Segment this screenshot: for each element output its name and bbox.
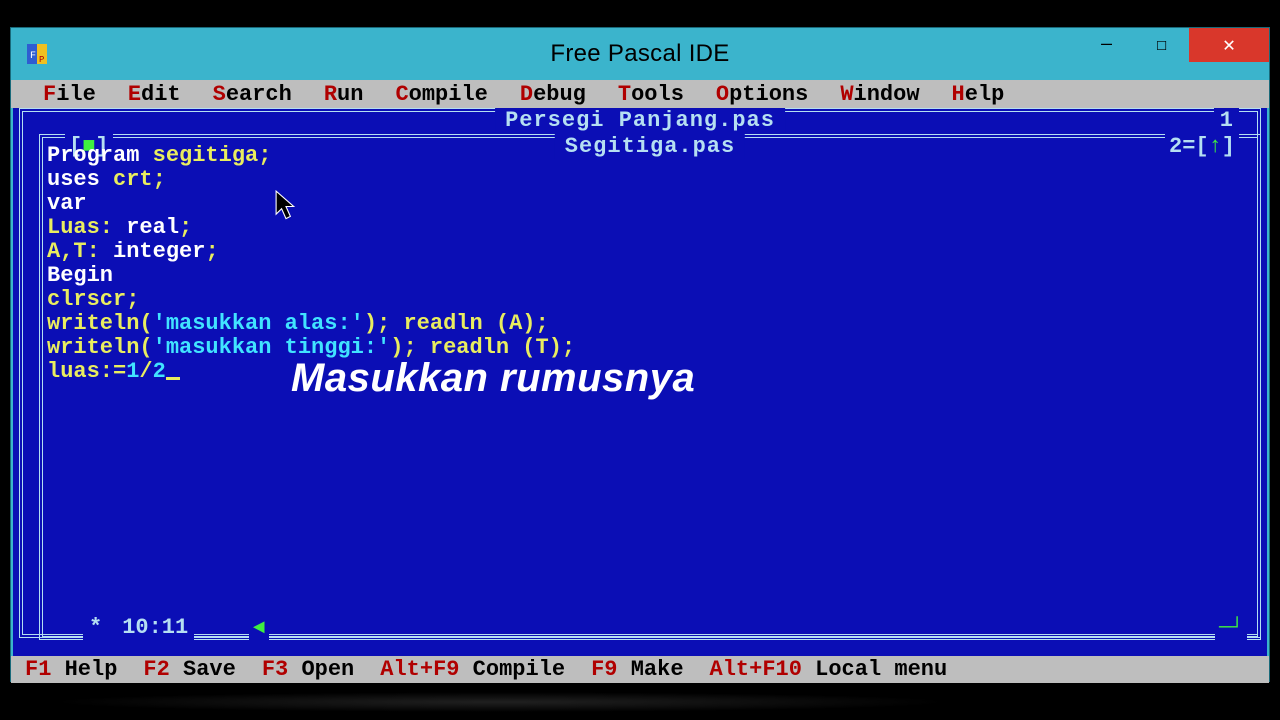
menu-run[interactable]: Run <box>308 82 380 107</box>
titlebar[interactable]: FP Free Pascal IDE — ☐ ✕ <box>11 28 1269 80</box>
editor-area: Persegi Panjang.pas 1 [■] Segitiga.pas 2… <box>13 108 1267 656</box>
status-save[interactable]: F2 Save <box>143 657 235 682</box>
desktop-shadow <box>50 692 950 712</box>
minimize-button[interactable]: — <box>1079 28 1134 62</box>
overlay-caption: Masukkan rumusnya <box>291 356 695 401</box>
status-local-menu[interactable]: Alt+F10 Local menu <box>710 657 948 682</box>
back-window-number: 1 <box>1214 108 1239 133</box>
window-buttons: — ☐ ✕ <box>1079 28 1269 62</box>
status-open[interactable]: F3 Open <box>262 657 354 682</box>
editor-status: * 10:11 <box>83 615 194 640</box>
status-compile[interactable]: Alt+F9 Compile <box>380 657 565 682</box>
menu-file[interactable]: File <box>27 82 112 107</box>
menu-edit[interactable]: Edit <box>112 82 197 107</box>
cursor-position: 10:11 <box>122 615 188 640</box>
maximize-button[interactable]: ☐ <box>1134 28 1189 62</box>
text-cursor <box>166 377 180 380</box>
svg-text:F: F <box>30 51 36 62</box>
app-icon: FP <box>25 42 49 66</box>
status-make[interactable]: F9 Make <box>591 657 683 682</box>
editor-front-window[interactable]: [■] Segitiga.pas 2=[↑] Program segitiga;… <box>39 134 1261 640</box>
menu-compile[interactable]: Compile <box>379 82 503 107</box>
menu-tools[interactable]: Tools <box>602 82 700 107</box>
modified-indicator: * <box>89 615 102 640</box>
menu-search[interactable]: Search <box>197 82 308 107</box>
statusbar: F1 Help F2 Save F3 Open Alt+F9 Compile F… <box>11 656 1269 683</box>
window-title: Free Pascal IDE <box>550 40 729 68</box>
app-window: FP Free Pascal IDE — ☐ ✕ File Edit Searc… <box>10 27 1270 682</box>
close-button[interactable]: ✕ <box>1189 28 1269 62</box>
menu-window[interactable]: Window <box>824 82 935 107</box>
svg-text:P: P <box>39 55 44 65</box>
code-text[interactable]: Program segitiga; uses crt; var Luas: re… <box>47 144 1247 384</box>
menubar: File Edit Search Run Compile Debug Tools… <box>11 80 1269 108</box>
menu-help[interactable]: Help <box>936 82 1021 107</box>
hscroll-left-icon[interactable]: ◄ <box>249 617 269 640</box>
back-window-title: Persegi Panjang.pas <box>495 108 785 133</box>
menu-debug[interactable]: Debug <box>504 82 602 107</box>
menu-options[interactable]: Options <box>700 82 824 107</box>
status-help[interactable]: F1 Help <box>25 657 117 682</box>
hscroll-right-icon[interactable]: ─┘ <box>1215 617 1247 640</box>
